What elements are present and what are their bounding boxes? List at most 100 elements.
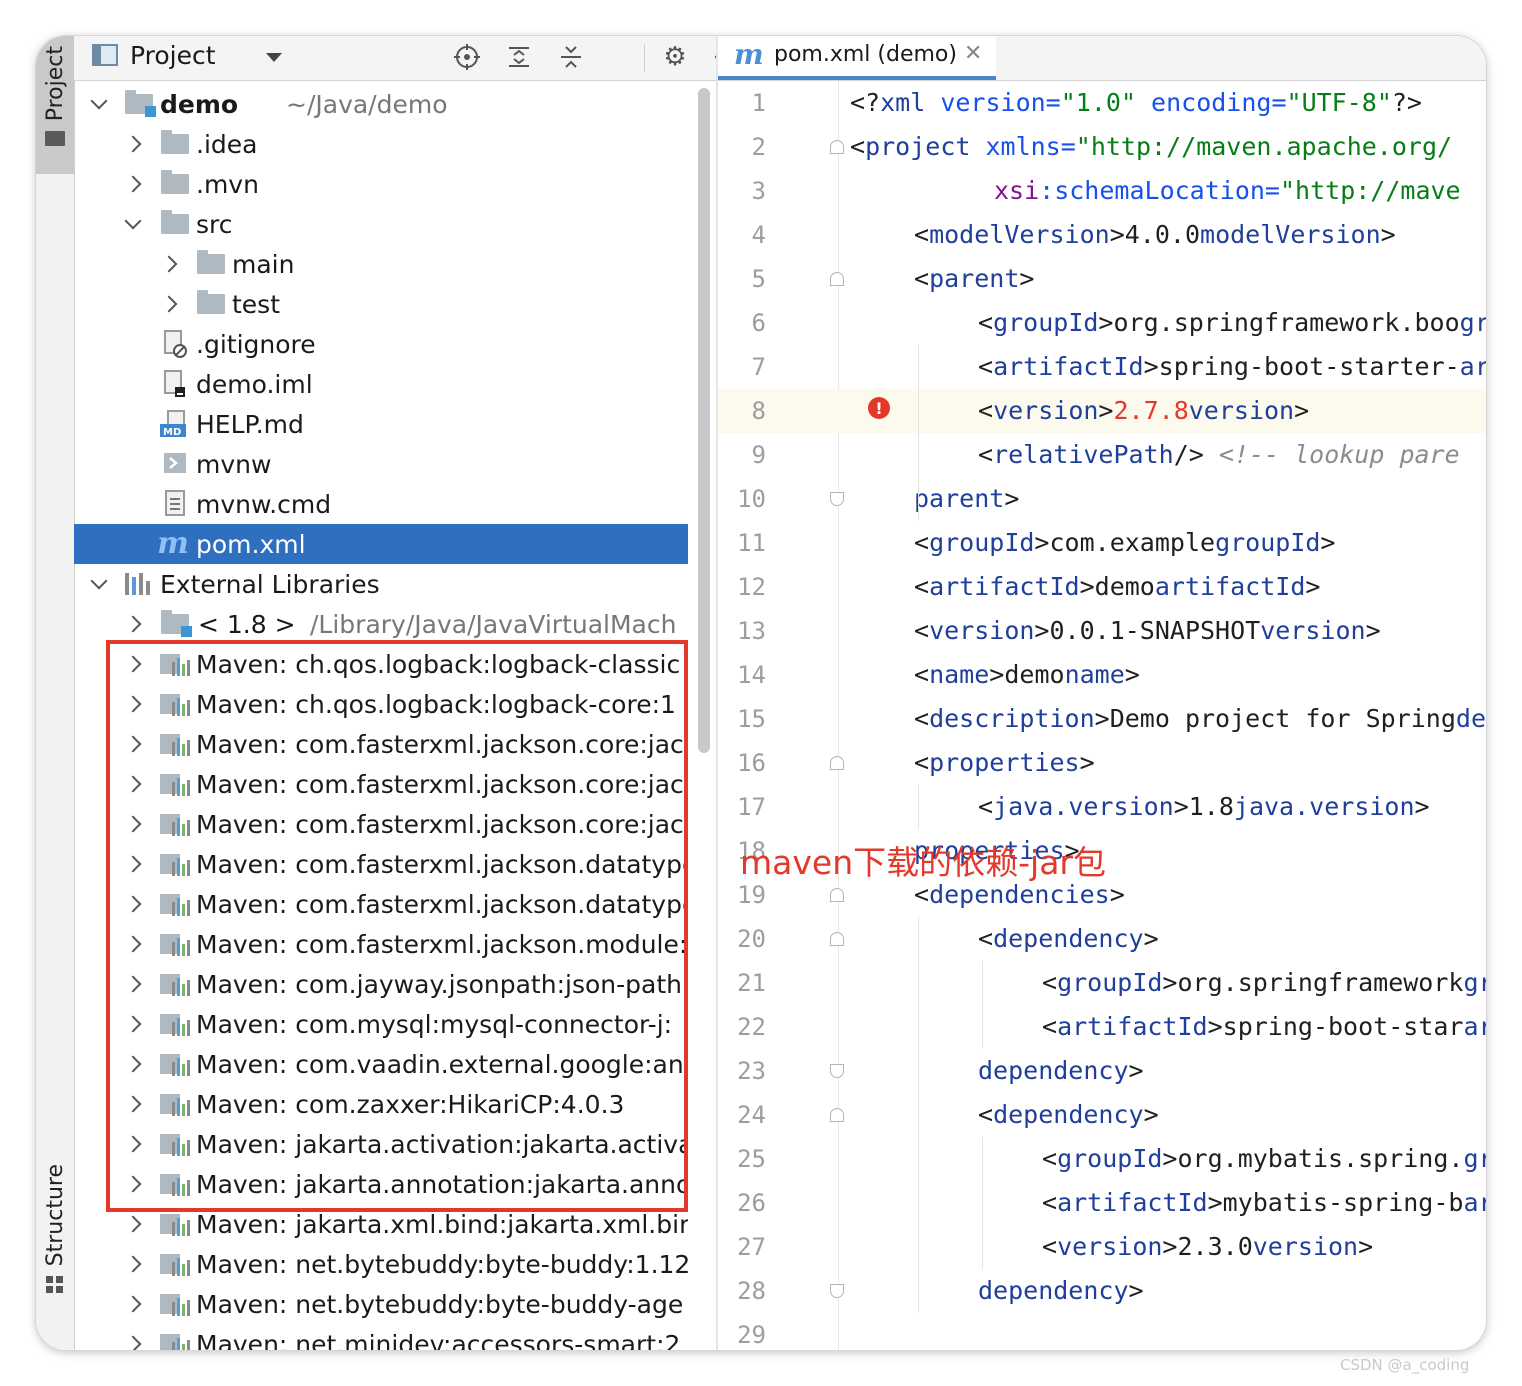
fold-marker-icon[interactable] (830, 1108, 844, 1122)
fold-marker-icon[interactable] (830, 756, 844, 770)
tree-item-jdk[interactable]: < 1.8 > /Library/Java/JavaVirtualMach (74, 604, 688, 644)
library-label: Maven: jakarta.annotation:jakarta.anno (196, 1169, 688, 1199)
library-label: Maven: com.mysql:mysql-connector-j: (196, 1009, 673, 1039)
tree-item-src[interactable]: src (74, 204, 688, 244)
maven-library-item[interactable]: Maven: net.bytebuddy:byte-buddy:1.12 (74, 1244, 688, 1284)
fold-marker-icon[interactable] (830, 492, 844, 506)
fold-marker-icon[interactable] (830, 888, 844, 902)
line-number: 10 (737, 485, 766, 513)
editor-tab-bar: m pom.xml (demo) ✕ (718, 36, 1486, 81)
chevron-right-icon[interactable] (122, 844, 144, 884)
tree-item-mvnw-cmd[interactable]: mvnw.cmd (74, 484, 688, 524)
code-line: 3 xsi:schemaLocation="http://mave (718, 169, 1486, 213)
tree-item-mvn[interactable]: .mvn (74, 164, 688, 204)
maven-library-item[interactable]: Maven: com.jayway.jsonpath:json-path (74, 964, 688, 1004)
code-editor[interactable]: 1 <?xml version="1.0" encoding="UTF-8"?> 2… (718, 81, 1486, 1350)
chevron-right-icon[interactable] (122, 924, 144, 964)
tree-item-pom-xml[interactable]: m pom.xml (74, 524, 688, 564)
chevron-right-icon[interactable] (122, 604, 144, 644)
fold-marker-icon[interactable] (830, 140, 844, 154)
chevron-right-icon[interactable] (122, 1164, 144, 1204)
project-tool-tab[interactable]: Project (36, 36, 74, 174)
maven-library-item[interactable]: Maven: jakarta.annotation:jakarta.anno (74, 1164, 688, 1204)
fold-marker-icon[interactable] (830, 272, 844, 286)
maven-library-item[interactable]: Maven: com.fasterxml.jackson.core:jac (74, 804, 688, 844)
tree-item-mvnw[interactable]: mvnw (74, 444, 688, 484)
maven-library-item[interactable]: Maven: jakarta.activation:jakarta.activa (74, 1124, 688, 1164)
structure-tool-tab[interactable]: Structure (36, 1156, 74, 1306)
fold-marker-icon[interactable] (830, 1284, 844, 1298)
tree-item-demo[interactable]: demo ~/Java/demo (74, 84, 688, 124)
tree-item-demo-iml[interactable]: demo.iml (74, 364, 688, 404)
chevron-right-icon[interactable] (122, 1324, 144, 1350)
module-name: demo (160, 89, 239, 119)
maven-library-item[interactable]: Maven: net.minidev:accessors-smart:2 (74, 1324, 688, 1350)
code-text: <description>Demo project for Springdesc… (914, 704, 1486, 733)
maven-library-item[interactable]: Maven: com.vaadin.external.google:and (74, 1044, 688, 1084)
maven-library-icon (160, 1164, 190, 1204)
tab-pom-xml[interactable]: m pom.xml (demo) ✕ (718, 36, 996, 80)
chevron-down-icon[interactable] (266, 53, 282, 62)
chevron-right-icon[interactable] (122, 124, 144, 164)
code-text: <groupId>org.springframework.boogroupId> (978, 308, 1486, 337)
tree-item-help-md[interactable]: MD HELP.md (74, 404, 688, 444)
tree-item-gitignore[interactable]: .gitignore (74, 324, 688, 364)
maven-library-item[interactable]: Maven: com.fasterxml.jackson.datatype (74, 844, 688, 884)
error-icon[interactable]: ! (868, 397, 890, 419)
maven-library-item[interactable]: Maven: com.fasterxml.jackson.datatype (74, 884, 688, 924)
project-scrollbar[interactable] (698, 88, 710, 753)
chevron-right-icon[interactable] (122, 684, 144, 724)
chevron-right-icon[interactable] (122, 1284, 144, 1324)
folder-icon (160, 164, 190, 204)
maven-library-item[interactable]: Maven: com.fasterxml.jackson.module: (74, 924, 688, 964)
gear-icon[interactable]: ⚙ (660, 42, 690, 72)
chevron-right-icon[interactable] (122, 764, 144, 804)
code-line: 24 <dependency> (718, 1093, 1486, 1137)
tree-item-label: demo.iml (196, 369, 313, 399)
locate-icon[interactable] (452, 42, 482, 72)
chevron-right-icon[interactable] (122, 884, 144, 924)
maven-library-item[interactable]: Maven: jakarta.xml.bind:jakarta.xml.bir (74, 1204, 688, 1244)
expand-all-icon[interactable] (504, 42, 534, 72)
chevron-right-icon[interactable] (122, 1204, 144, 1244)
maven-library-item[interactable]: Maven: com.fasterxml.jackson.core:jac (74, 724, 688, 764)
maven-library-item[interactable]: Maven: com.fasterxml.jackson.core:jac (74, 764, 688, 804)
project-view-selector[interactable]: Project (130, 41, 216, 70)
chevron-right-icon[interactable] (122, 1004, 144, 1044)
chevron-right-icon[interactable] (122, 644, 144, 684)
chevron-right-icon[interactable] (122, 724, 144, 764)
chevron-right-icon[interactable] (158, 244, 180, 284)
chevron-down-icon[interactable] (122, 204, 144, 244)
code-text: <artifactId>spring-boot-starter-artifact… (978, 352, 1486, 381)
fold-marker-icon[interactable] (830, 932, 844, 946)
maven-library-item[interactable]: Maven: com.mysql:mysql-connector-j: (74, 1004, 688, 1044)
tree-item-label: .gitignore (196, 329, 316, 359)
chevron-right-icon[interactable] (122, 964, 144, 1004)
tree-item-idea[interactable]: .idea (74, 124, 688, 164)
chevron-right-icon[interactable] (122, 804, 144, 844)
project-panel-header: Project ⚙ (74, 36, 735, 81)
collapse-all-icon[interactable] (556, 42, 586, 72)
maven-library-item[interactable]: Maven: com.zaxxer:HikariCP:4.0.3 (74, 1084, 688, 1124)
chevron-down-icon[interactable] (88, 564, 110, 604)
chevron-right-icon[interactable] (158, 284, 180, 324)
code-line: 22 <artifactId>spring-boot-starartifactId… (718, 1005, 1486, 1049)
chevron-right-icon[interactable] (122, 164, 144, 204)
code-line: 26 <artifactId>mybatis-spring-bartifactId… (718, 1181, 1486, 1225)
tree-item-test[interactable]: test (74, 284, 688, 324)
close-icon[interactable]: ✕ (964, 41, 982, 66)
line-number: 13 (737, 617, 766, 645)
chevron-right-icon[interactable] (122, 1044, 144, 1084)
chevron-down-icon[interactable] (88, 84, 110, 124)
maven-library-item[interactable]: Maven: ch.qos.logback:logback-core:1 (74, 684, 688, 724)
chevron-right-icon[interactable] (122, 1244, 144, 1284)
maven-library-item[interactable]: Maven: ch.qos.logback:logback-classic (74, 644, 688, 684)
code-line: 2 <project xmlns="http://maven.apache.org… (718, 125, 1486, 169)
maven-library-item[interactable]: Maven: net.bytebuddy:byte-buddy-age (74, 1284, 688, 1324)
fold-marker-icon[interactable] (830, 1064, 844, 1078)
chevron-right-icon[interactable] (122, 1124, 144, 1164)
chevron-right-icon[interactable] (122, 1084, 144, 1124)
tree-item-main[interactable]: main (74, 244, 688, 284)
tree-item-external-libraries[interactable]: External Libraries (74, 564, 688, 604)
code-text: <artifactId>spring-boot-starartifactId> (1042, 1012, 1486, 1041)
